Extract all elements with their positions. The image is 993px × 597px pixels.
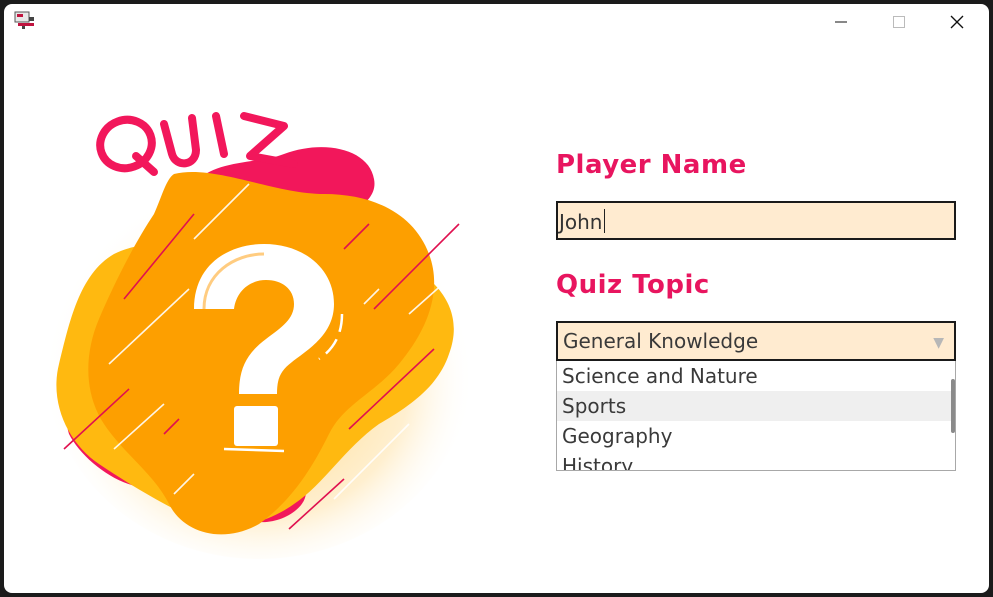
maximize-icon — [893, 16, 905, 28]
text-caret — [603, 209, 605, 233]
player-name-label: Player Name — [556, 150, 747, 180]
selected-topic: General Knowledge — [563, 329, 759, 353]
close-icon — [950, 15, 964, 29]
topic-option-sports[interactable]: Sports — [557, 391, 955, 421]
topic-option-geography[interactable]: Geography — [557, 421, 955, 451]
player-name-value: John — [559, 210, 603, 234]
topic-option-science-and-nature[interactable]: Science and Nature — [557, 361, 955, 391]
close-button[interactable] — [928, 4, 986, 40]
player-name-input[interactable]: John — [556, 201, 956, 240]
minimize-icon — [835, 21, 847, 23]
topic-option-history[interactable]: History — [557, 451, 955, 470]
topic-dropdown-list[interactable]: Science and Nature Sports Geography Hist… — [556, 361, 956, 471]
maximize-button[interactable] — [870, 4, 928, 40]
quiz-topic-label: Quiz Topic — [556, 270, 710, 300]
quiz-topic-select[interactable]: General Knowledge ▼ — [556, 321, 956, 361]
dropdown-scrollbar[interactable] — [951, 361, 955, 470]
title-bar[interactable] — [4, 4, 989, 40]
minimize-button[interactable] — [812, 4, 870, 40]
app-window: Player Name John Quiz Topic General Know… — [4, 4, 989, 593]
app-icon — [14, 11, 36, 31]
scrollbar-thumb[interactable] — [951, 379, 955, 433]
quiz-illustration — [44, 104, 474, 564]
dropdown-arrow-icon[interactable]: ▼ — [933, 335, 944, 351]
